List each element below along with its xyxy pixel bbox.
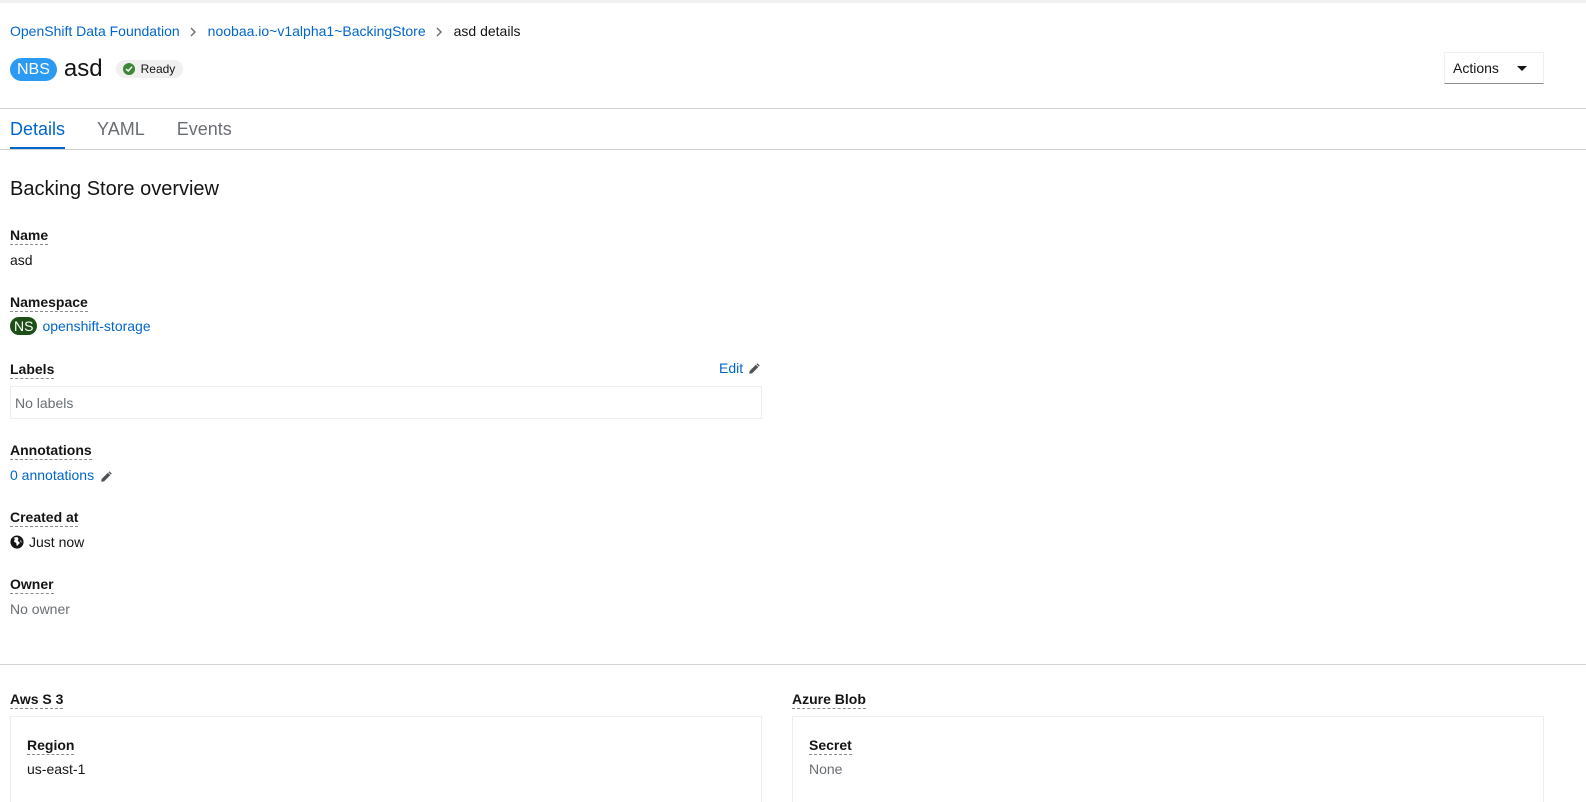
owner-label: Owner xyxy=(10,576,54,594)
name-label: Name xyxy=(10,227,49,245)
created-at-row: Just now xyxy=(10,533,84,551)
breadcrumb: OpenShift Data Foundation noobaa.io~v1al… xyxy=(10,22,521,40)
section-title: Backing Store overview xyxy=(10,178,219,200)
created-at-label: Created at xyxy=(10,509,79,527)
globe-icon xyxy=(10,535,24,549)
status-badge: Ready xyxy=(115,60,184,78)
aws-s3-title: Aws S 3 xyxy=(10,691,64,709)
name-value: asd xyxy=(10,252,33,268)
tabs-divider xyxy=(0,149,1586,150)
tab-details[interactable]: Details xyxy=(10,109,66,150)
annotations-row: 0 annotations xyxy=(10,466,113,484)
namespace-label: Namespace xyxy=(10,294,88,312)
tab-yaml[interactable]: YAML xyxy=(97,109,145,150)
breadcrumb-item-backingstore[interactable]: noobaa.io~v1alpha1~BackingStore xyxy=(208,23,426,39)
top-strip xyxy=(0,0,1586,3)
namespace-badge: NS xyxy=(10,317,38,335)
breadcrumb-item-odf[interactable]: OpenShift Data Foundation xyxy=(10,23,180,39)
chevron-right-icon xyxy=(426,23,454,39)
page-title: asd xyxy=(63,55,103,82)
caret-down-icon xyxy=(1517,66,1527,71)
aws-s3-card: Region us-east-1 xyxy=(10,716,762,802)
tab-bar: Details YAML Events xyxy=(10,109,264,150)
breadcrumb-current: asd details xyxy=(453,23,521,39)
page-title-row: NBS asd Ready xyxy=(10,53,184,85)
pencil-icon[interactable] xyxy=(100,470,113,483)
namespace-link[interactable]: openshift-storage xyxy=(42,318,150,334)
check-circle-icon xyxy=(122,63,135,75)
secret-value: None xyxy=(809,761,843,777)
azure-blob-title: Azure Blob xyxy=(792,691,866,709)
annotations-link[interactable]: 0 annotations xyxy=(10,467,94,483)
namespace-value-row: NS openshift-storage xyxy=(10,317,151,335)
region-label: Region xyxy=(27,737,75,755)
owner-value: No owner xyxy=(10,601,70,617)
labels-box: No labels xyxy=(10,386,762,419)
tab-events[interactable]: Events xyxy=(177,109,232,150)
region-value: us-east-1 xyxy=(27,761,86,777)
labels-label: Labels xyxy=(10,361,55,379)
secret-label: Secret xyxy=(809,737,852,755)
status-text: Ready xyxy=(140,62,176,76)
pencil-icon xyxy=(749,362,760,374)
created-at-value: Just now xyxy=(29,534,85,550)
actions-dropdown[interactable]: Actions xyxy=(1444,52,1544,84)
chevron-right-icon xyxy=(180,23,208,39)
resource-kind-badge: NBS xyxy=(10,57,57,81)
actions-label: Actions xyxy=(1453,60,1499,76)
azure-blob-card: Secret None xyxy=(792,716,1544,802)
annotations-label: Annotations xyxy=(10,442,92,460)
edit-labels-button[interactable]: Edit xyxy=(719,360,761,376)
edit-labels-text: Edit xyxy=(719,360,744,376)
section-divider xyxy=(0,664,1586,665)
